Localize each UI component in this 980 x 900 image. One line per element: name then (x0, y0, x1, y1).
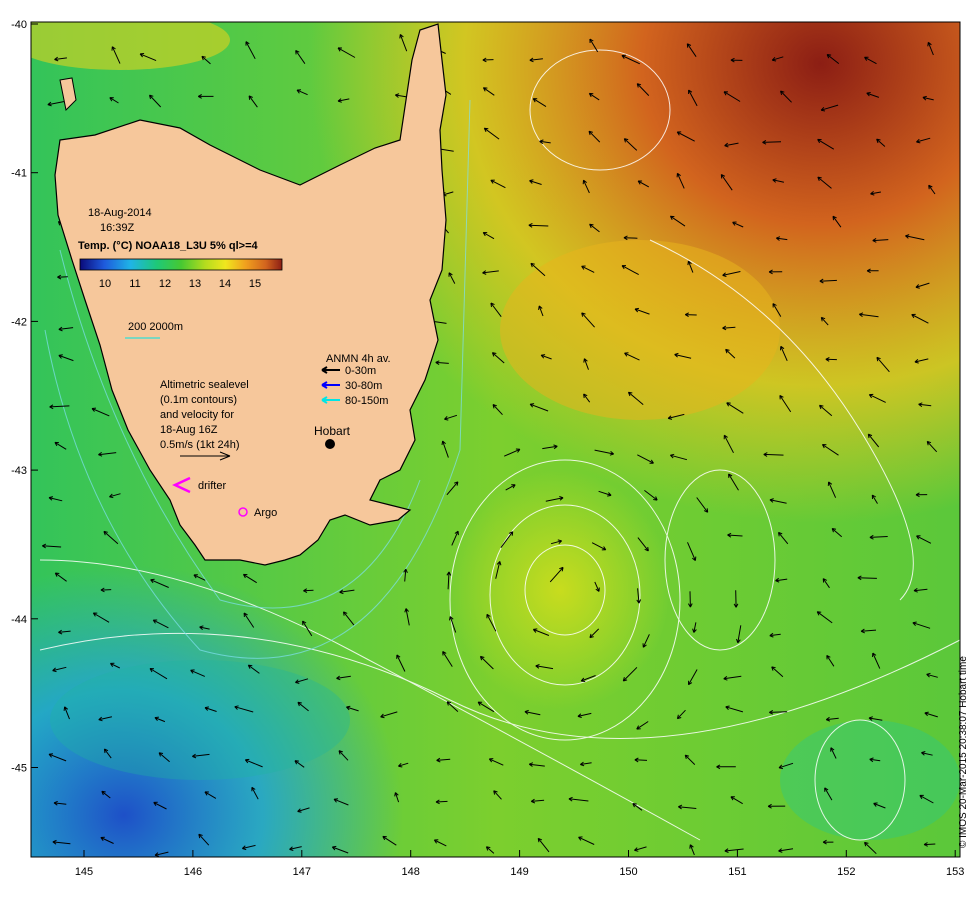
lon-tick-label: 147 (293, 866, 311, 878)
colorbar-tick-label: 11 (129, 278, 140, 290)
lat-tick-label: -45 (11, 763, 27, 775)
altimetry-line-4: 18-Aug 16Z (160, 424, 218, 436)
lat-tick-label: -41 (11, 168, 27, 180)
colorbar-tick-label: 14 (219, 278, 231, 290)
hobart-label: Hobart (314, 424, 351, 438)
colorbar-tick-label: 10 (99, 278, 111, 290)
lat-tick-label: -44 (11, 614, 27, 626)
altimetry-line-2: (0.1m contours) (160, 394, 237, 406)
image-date: 18-Aug-2014 (88, 207, 152, 219)
lon-tick-label: 151 (728, 866, 746, 878)
image-time: 16:39Z (100, 222, 135, 234)
colorbar-tick-label: 13 (189, 278, 201, 290)
lon-tick-label: 145 (75, 866, 93, 878)
altimetry-line-3: and velocity for (160, 409, 234, 421)
hobart-marker-icon (325, 439, 335, 449)
colorbar-title: Temp. (°C) NOAA18_L3U 5% ql>=4 (78, 240, 259, 252)
lon-tick-label: 148 (402, 866, 420, 878)
lon-tick-label: 150 (619, 866, 637, 878)
anmn-depth-3: 80-150m (345, 395, 388, 407)
altimetry-line-1: Altimetric sealevel (160, 379, 249, 391)
lon-tick-label: 149 (510, 866, 528, 878)
lon-tick-label: 153 (946, 866, 964, 878)
anmn-depth-1: 0-30m (345, 365, 376, 377)
colorbar-tick-label: 15 (249, 278, 261, 290)
lat-tick-label: -40 (11, 19, 27, 31)
altimetry-line-5: 0.5m/s (1kt 24h) (160, 439, 239, 451)
lon-tick-label: 152 (837, 866, 855, 878)
argo-label: Argo (254, 507, 277, 519)
colorbar (79, 258, 283, 271)
lat-tick-label: -43 (11, 465, 27, 477)
lat-tick-label: -42 (11, 316, 27, 328)
anmn-depth-2: 30-80m (345, 380, 382, 392)
anmn-title: ANMN 4h av. (326, 353, 391, 365)
isobath-label: 200 2000m (128, 321, 183, 333)
colorbar-tick-label: 12 (159, 278, 171, 290)
map-figure: 145 146 147 148 149 150 151 152 153 -40 -41 -42 -43… (11, 19, 964, 878)
lon-tick-label: 146 (184, 866, 202, 878)
imos-credit: © IMOS 20-Mar-2015 20:38:07 Hobart time (958, 656, 969, 848)
drifter-label: drifter (198, 480, 226, 492)
sst-field (31, 22, 960, 857)
